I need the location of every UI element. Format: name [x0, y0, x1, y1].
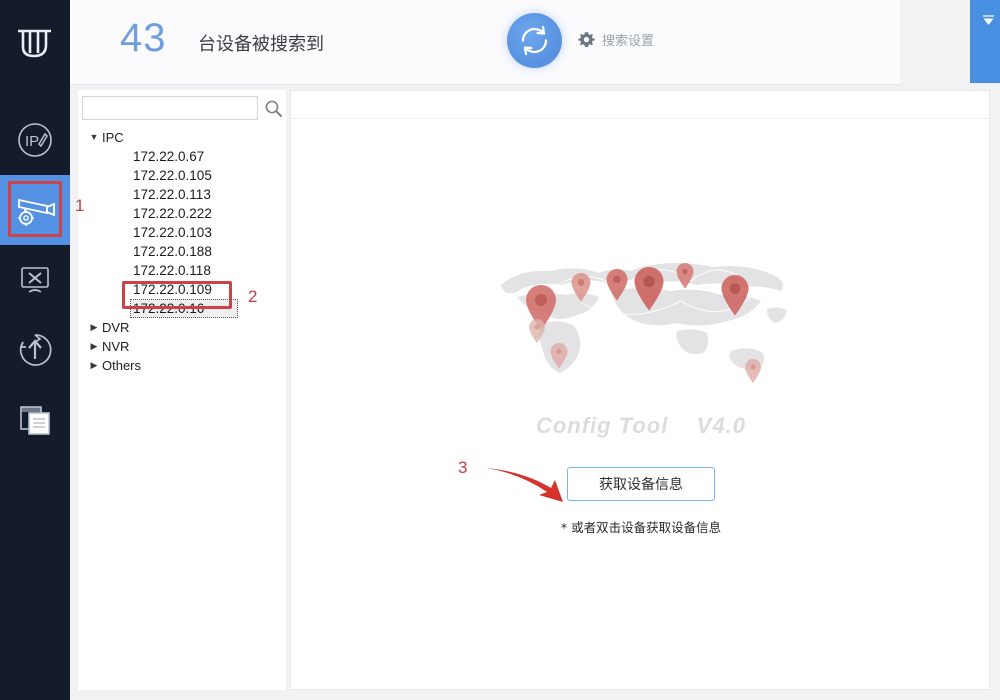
top-header: 43 台设备被搜索到 搜索设置: [70, 0, 1000, 85]
sidebar-item-device-config[interactable]: [0, 175, 70, 245]
list-item[interactable]: 172.22.0.188: [86, 242, 286, 261]
list-item[interactable]: 172.22.0.105: [86, 166, 286, 185]
tree-group-label: NVR: [102, 339, 130, 354]
list-item[interactable]: 172.22.0.67: [86, 147, 286, 166]
app-logo-icon: [18, 29, 51, 57]
search-input[interactable]: [82, 96, 258, 120]
tree-group-label: Others: [102, 358, 142, 373]
list-item[interactable]: 172.22.0.109: [86, 280, 286, 299]
tree-group-others[interactable]: ▶ Others: [86, 356, 286, 375]
device-count-label: 台设备被搜索到: [198, 34, 324, 55]
collapse-icon: [982, 14, 994, 25]
caret-right-icon[interactable]: ▶: [86, 361, 102, 370]
search-icon[interactable]: [264, 99, 283, 123]
device-tree-panel: ▼ IPC 172.22.0.67 172.22.0.105 172.22.0.…: [78, 90, 286, 690]
device-tree: ▼ IPC 172.22.0.67 172.22.0.105 172.22.0.…: [86, 128, 286, 375]
caret-down-icon[interactable]: ▼: [86, 133, 102, 142]
sidebar-item-tools[interactable]: [0, 245, 70, 315]
ip-edit-icon: IP: [18, 123, 52, 157]
app-logo: [0, 0, 70, 85]
list-item[interactable]: 172.22.0.118: [86, 261, 286, 280]
window-controls: [970, 0, 1000, 83]
sidebar-item-logs[interactable]: [0, 385, 70, 455]
tree-group-label: DVR: [102, 320, 130, 335]
world-map-icon: [501, 263, 787, 383]
tree-group-ipc[interactable]: ▼ IPC: [86, 128, 286, 147]
search-settings-button[interactable]: 搜索设置: [578, 30, 654, 49]
list-item-selected[interactable]: 172.22.0.16: [130, 299, 238, 318]
double-click-hint: * 或者双击设备获取设备信息: [560, 520, 722, 535]
brand-watermark: Config Tool V4.0: [535, 413, 747, 438]
collapse-button[interactable]: [976, 8, 1000, 32]
rail-item-list: IP: [0, 105, 70, 455]
upload-arrow-icon: [19, 334, 52, 366]
list-item[interactable]: 172.22.0.222: [86, 204, 286, 223]
tree-group-dvr[interactable]: ▶ DVR: [86, 318, 286, 337]
refresh-icon: [521, 25, 548, 56]
tree-group-nvr[interactable]: ▶ NVR: [86, 337, 286, 356]
main-panel-toolbar: [291, 91, 989, 119]
sidebar-item-ip-modify[interactable]: IP: [0, 105, 70, 175]
gear-icon: [578, 32, 595, 47]
list-item[interactable]: 172.22.0.103: [86, 223, 286, 242]
world-map-watermark: [481, 241, 801, 401]
get-device-info-button[interactable]: 获取设备信息: [567, 467, 715, 501]
caret-right-icon[interactable]: ▶: [86, 323, 102, 332]
search-bar: [82, 96, 282, 124]
documents-icon: [20, 406, 50, 435]
camera-gear-icon: [18, 198, 55, 226]
list-item[interactable]: 172.22.0.113: [86, 185, 286, 204]
caret-right-icon[interactable]: ▶: [86, 342, 102, 351]
search-settings-label: 搜索设置: [602, 34, 655, 49]
monitor-tools-icon: [21, 267, 49, 293]
tree-group-label: IPC: [102, 130, 124, 145]
main-content-panel: Config Tool V4.0 获取设备信息 * 或者双击设备获取设备信息: [290, 90, 990, 690]
refresh-button[interactable]: [507, 13, 562, 68]
sidebar-item-upgrade[interactable]: [0, 315, 70, 385]
empty-state: Config Tool V4.0 获取设备信息 * 或者双击设备获取设备信息: [291, 241, 991, 536]
device-count: 43: [120, 16, 167, 60]
config-tool-window: IP 43 台设备被搜索到 搜索设置 ▼ IPC 172.22.0.67 172…: [0, 0, 1000, 700]
svg-text:IP: IP: [25, 133, 39, 150]
left-icon-rail: IP: [0, 0, 70, 700]
